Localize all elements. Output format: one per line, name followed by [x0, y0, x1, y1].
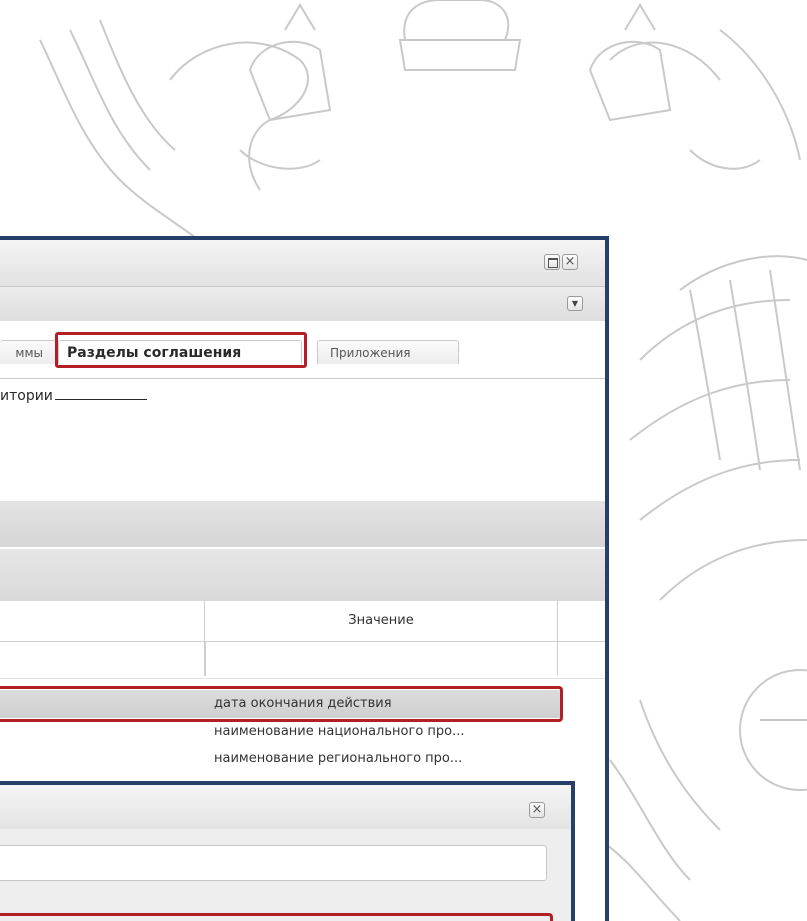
dropdown-arrow-icon[interactable]: ▼: [567, 296, 583, 311]
grid-toolbar-band: [0, 549, 605, 601]
toolbar-band: [0, 501, 605, 547]
column-header-name[interactable]: [0, 601, 205, 641]
window-titlebar: ×: [0, 240, 605, 287]
filter-cell-value[interactable]: [205, 642, 558, 676]
section-content: итории: [0, 379, 605, 501]
row-highlight-frame: [0, 686, 563, 722]
tab-programs[interactable]: ммы: [0, 340, 56, 364]
section-heading-text: итории: [0, 388, 53, 404]
dialog-body: [0, 829, 571, 921]
tab-attachments[interactable]: Приложения: [317, 340, 459, 364]
window-toolbar: ▼: [0, 287, 605, 321]
close-icon[interactable]: ×: [562, 254, 578, 270]
dialog-input[interactable]: [0, 845, 547, 881]
filter-cell-name[interactable]: [0, 642, 205, 676]
tab-bar: ммы Разделы соглашения Приложения: [0, 322, 605, 379]
row-value: наименование национального про...: [214, 724, 465, 739]
dialog-window: ×: [0, 781, 575, 921]
row-value: наименование регионального про...: [214, 751, 463, 766]
maximize-icon[interactable]: [544, 254, 560, 270]
blank-underline: [54, 387, 147, 400]
dialog-highlight-frame: [0, 913, 553, 921]
tab-highlight-frame: [55, 332, 307, 368]
column-header-value[interactable]: Значение: [205, 601, 558, 641]
close-icon[interactable]: ×: [529, 802, 545, 818]
section-heading: итории: [0, 387, 147, 404]
dialog-titlebar: ×: [0, 785, 571, 829]
table-row[interactable]: наименование национального про...: [0, 718, 560, 746]
table-row[interactable]: наименование регионального про...: [0, 745, 560, 773]
grid-header: Значение: [0, 601, 605, 642]
grid-filter-row: [0, 642, 605, 679]
